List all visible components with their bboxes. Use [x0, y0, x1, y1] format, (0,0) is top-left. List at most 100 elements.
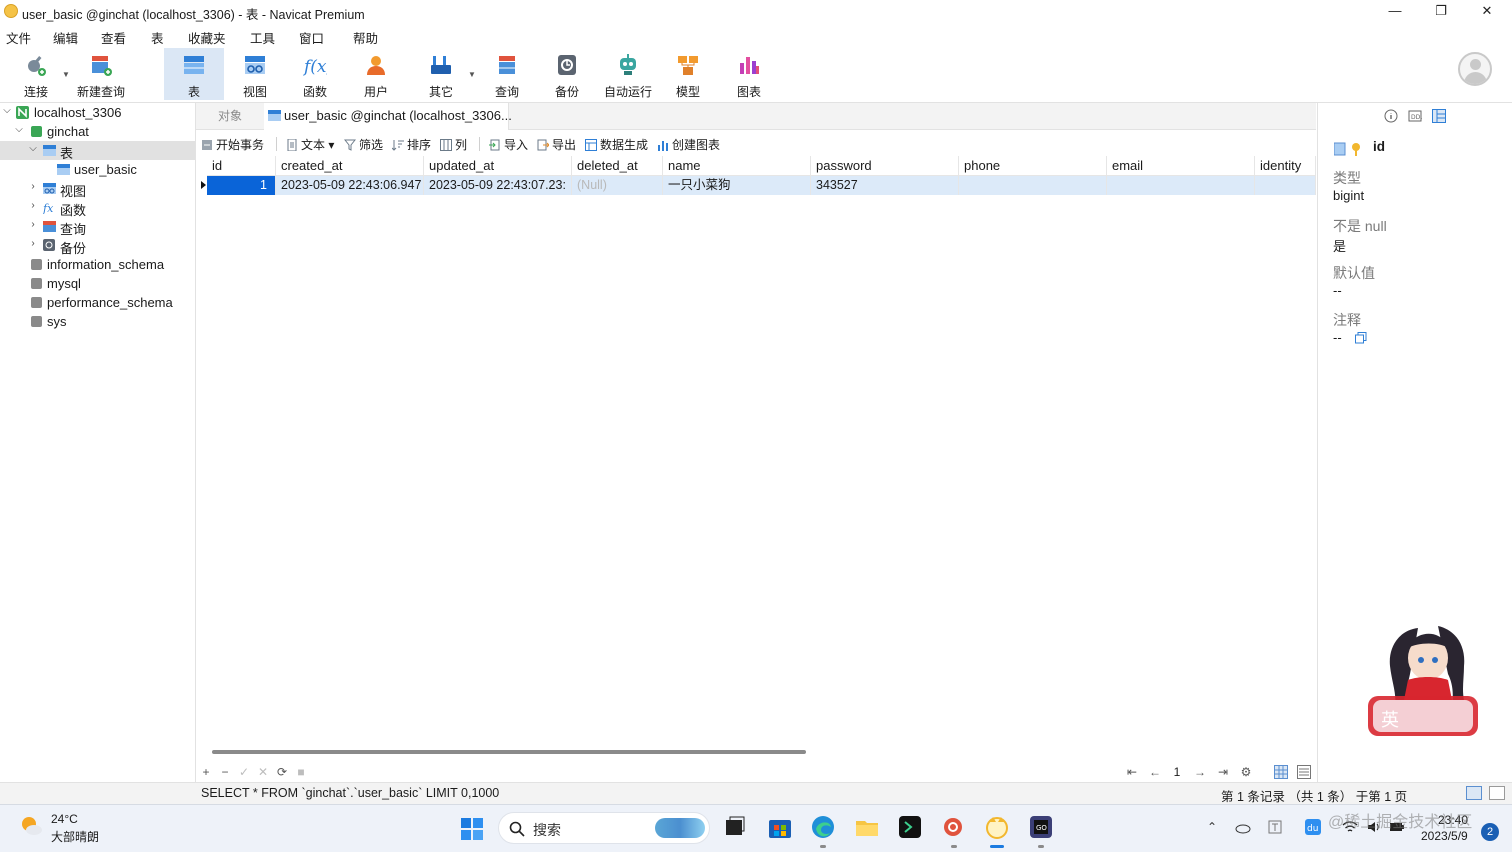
tree-item-db-performance-schema[interactable]: performance_schema	[0, 293, 195, 312]
column-header-updated-at[interactable]: updated_at	[424, 156, 572, 176]
cell-deleted-at[interactable]: (Null)	[572, 176, 663, 195]
tree-item-db-sys[interactable]: sys	[0, 312, 195, 331]
chevron-right-icon[interactable]: ›	[28, 181, 38, 192]
chevron-right-icon[interactable]: ›	[28, 200, 38, 211]
microsoft-store-icon[interactable]	[767, 814, 793, 840]
chevron-down-icon[interactable]: ⌵	[2, 105, 12, 116]
automation-button[interactable]: 自动运行	[600, 48, 656, 100]
field-properties-icon[interactable]	[1432, 109, 1446, 123]
backup-button[interactable]: 备份	[546, 48, 588, 100]
horizontal-scrollbar[interactable]	[212, 750, 806, 754]
new-query-button[interactable]: 新建查询	[74, 48, 128, 100]
tree-item-backups[interactable]: › 备份	[0, 236, 195, 256]
restore-button[interactable]: ❐	[1418, 0, 1464, 24]
menu-help[interactable]: 帮助	[353, 28, 378, 47]
columns-button[interactable]: 列	[440, 136, 467, 154]
minimize-button[interactable]: —	[1372, 0, 1418, 24]
connect-button[interactable]: ▼ 连接	[14, 48, 70, 100]
notification-badge[interactable]: 2	[1481, 823, 1499, 841]
data-generation-button[interactable]: 数据生成	[585, 136, 648, 154]
tree-item-connection[interactable]: ⌵ localhost_3306	[0, 103, 195, 122]
close-button[interactable]: ✕	[1464, 0, 1510, 24]
stop-button[interactable]: ■	[293, 763, 309, 781]
tree-item-functions[interactable]: › fx 函数	[0, 198, 195, 218]
column-header-deleted-at[interactable]: deleted_at	[572, 156, 663, 176]
windows-start-icon[interactable]	[460, 817, 484, 841]
last-page-button[interactable]: ⇥	[1215, 763, 1231, 781]
tree-item-db-mysql[interactable]: mysql	[0, 274, 195, 293]
previous-page-button[interactable]: ←	[1147, 763, 1163, 781]
menu-favorites[interactable]: 收藏夹	[188, 28, 226, 47]
ime-tray-icon[interactable]	[1267, 819, 1283, 835]
menu-edit[interactable]: 编辑	[53, 28, 78, 47]
menu-window[interactable]: 窗口	[299, 28, 324, 47]
sort-button[interactable]: 排序	[392, 136, 431, 154]
tree-item-database[interactable]: ⌵ ginchat	[0, 122, 195, 141]
next-page-button[interactable]: →	[1192, 763, 1208, 781]
chevron-down-icon[interactable]: ⌵	[14, 124, 24, 135]
weather-temperature[interactable]: 24°C	[51, 812, 78, 826]
column-header-created-at[interactable]: created_at	[276, 156, 424, 176]
tree-item-table-user-basic[interactable]: user_basic	[0, 160, 195, 179]
taskbar-search-box[interactable]: 搜索	[498, 812, 710, 844]
user-button[interactable]: 用户	[355, 48, 397, 100]
weather-description[interactable]: 大部晴朗	[51, 828, 99, 845]
settings-gear-icon[interactable]: ⚙	[1238, 763, 1254, 781]
navicat-taskbar-icon[interactable]	[984, 814, 1010, 840]
file-explorer-icon[interactable]	[854, 814, 880, 840]
chevron-down-icon[interactable]: ▼	[62, 70, 70, 79]
column-header-email[interactable]: email	[1107, 156, 1255, 176]
toggle-right-panel-button[interactable]	[1489, 786, 1505, 800]
info-icon[interactable]	[1384, 109, 1398, 123]
form-view-icon[interactable]	[1297, 765, 1311, 779]
chevron-right-icon[interactable]: ›	[28, 219, 38, 230]
copy-icon[interactable]	[1355, 332, 1367, 344]
cell-phone[interactable]	[959, 176, 1107, 195]
menu-file[interactable]: 文件	[6, 28, 31, 47]
chevron-right-icon[interactable]: ›	[28, 238, 38, 249]
baidu-netdisk-icon[interactable]: du	[1305, 819, 1321, 835]
ddl-icon[interactable]: DDL	[1408, 109, 1422, 123]
chevron-down-icon[interactable]: ▼	[468, 70, 476, 79]
table-button[interactable]: 表	[164, 48, 224, 100]
column-header-identity[interactable]: identity	[1255, 156, 1316, 176]
menu-view[interactable]: 查看	[101, 28, 126, 47]
snail-app-icon[interactable]	[941, 814, 967, 840]
discard-changes-button[interactable]: ✕	[255, 763, 271, 781]
chevron-down-icon[interactable]: ⌵	[28, 143, 38, 154]
text-view-button[interactable]: 文本 ▾	[286, 136, 334, 154]
cell-updated-at[interactable]: 2023-05-09 22:43:07.23:	[424, 176, 572, 195]
function-button[interactable]: f(x) 函数	[294, 48, 336, 100]
tree-item-views[interactable]: › 视图	[0, 179, 195, 199]
toggle-left-panel-button[interactable]	[1466, 786, 1482, 800]
model-button[interactable]: 模型	[667, 48, 709, 100]
query-button[interactable]: 查询	[486, 48, 528, 100]
onedrive-cloud-icon[interactable]	[1235, 819, 1251, 835]
refresh-button[interactable]: ⟳	[274, 763, 290, 781]
filter-button[interactable]: 筛选	[344, 136, 383, 154]
view-button[interactable]: 视图	[234, 48, 276, 100]
menu-table[interactable]: 表	[151, 28, 164, 47]
apply-changes-button[interactable]: ✓	[236, 763, 252, 781]
cell-id[interactable]: 1	[207, 176, 276, 195]
cell-created-at[interactable]: 2023-05-09 22:43:06.947	[276, 176, 424, 195]
column-header-id[interactable]: id	[207, 156, 276, 176]
begin-transaction-button[interactable]: 开始事务	[201, 136, 264, 154]
tree-item-db-information-schema[interactable]: information_schema	[0, 255, 195, 274]
chevron-up-icon[interactable]: ⌃	[1204, 819, 1220, 835]
menu-tools[interactable]: 工具	[250, 28, 275, 47]
ime-mascot-widget[interactable]: 英	[1363, 618, 1493, 743]
page-number-input[interactable]: 1	[1164, 763, 1190, 781]
goland-ide-icon[interactable]: GO	[1028, 814, 1054, 840]
grid-view-icon[interactable]	[1274, 765, 1288, 779]
cell-name[interactable]: 一只小菜狗	[663, 176, 811, 195]
cell-identity[interactable]	[1255, 176, 1316, 195]
cell-password[interactable]: 343527	[811, 176, 959, 195]
column-header-password[interactable]: password	[811, 156, 959, 176]
other-tools-button[interactable]: ▼ 其它	[420, 48, 476, 100]
column-header-name[interactable]: name	[663, 156, 811, 176]
edge-browser-icon[interactable]	[810, 814, 836, 840]
add-record-button[interactable]: +	[198, 763, 214, 781]
terminal-app-icon[interactable]	[897, 814, 923, 840]
chart-button[interactable]: 图表	[728, 48, 770, 100]
